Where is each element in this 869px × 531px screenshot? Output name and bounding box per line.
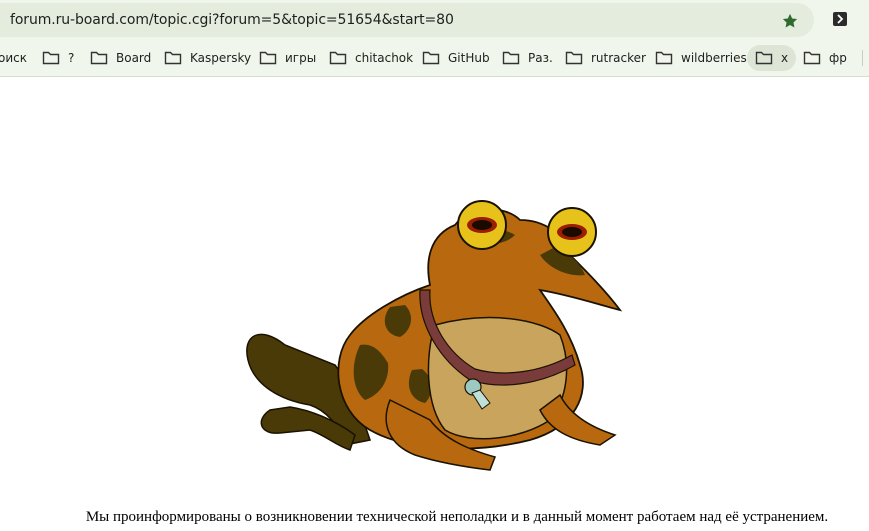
bookmark-search[interactable]: оиск [0, 45, 27, 71]
bookmark-label: x [781, 51, 789, 65]
bookmark-folder-kaspersky[interactable]: Kaspersky [164, 45, 251, 71]
url-text[interactable]: forum.ru-board.com/topic.cgi?forum=5&top… [10, 12, 454, 28]
bookmark-folder-github[interactable]: GitHub [422, 45, 490, 71]
folder-icon [329, 51, 347, 65]
bookmark-label: Kaspersky [190, 51, 252, 65]
bookmark-folder-board[interactable]: Board [90, 45, 151, 71]
bookmark-folder-rutracker[interactable]: rutracker [565, 45, 646, 71]
bookmark-label: rutracker [591, 51, 646, 65]
bookmark-label: Раз. [528, 51, 553, 65]
folder-icon [565, 51, 583, 65]
address-bar[interactable]: forum.ru-board.com/topic.cgi?forum=5&top… [0, 3, 814, 37]
bookmarks-bar: оиск ? Board Kaspersky игры chitachok Gi… [0, 40, 869, 77]
bookmark-label: wildberries [681, 51, 747, 65]
bookmark-label: ? [68, 51, 75, 65]
bookmark-folder-wildberries[interactable]: wildberries [655, 45, 747, 71]
folder-icon [259, 51, 277, 65]
folder-icon [164, 51, 182, 65]
maintenance-message: Мы проинформированы о возникновении техн… [85, 509, 829, 525]
bookmark-label: Board [116, 51, 152, 65]
folder-icon [502, 51, 520, 65]
browser-toolbar: forum.ru-board.com/topic.cgi?forum=5&top… [0, 0, 869, 40]
folder-icon [42, 51, 60, 65]
bookmark-folder-chitachok[interactable]: chitachok [329, 45, 413, 71]
bookmark-folder-raz[interactable]: Раз. [502, 45, 553, 71]
bookmark-folder-fr[interactable]: фр [803, 45, 847, 71]
bookmark-label: GitHub [448, 51, 490, 65]
folder-icon [655, 51, 673, 65]
bookmark-folder-games[interactable]: игры [259, 45, 316, 71]
folder-icon [803, 51, 821, 65]
folder-icon [422, 51, 440, 65]
folder-icon [755, 51, 773, 65]
hypnotoad-image [246, 200, 623, 471]
star-icon[interactable] [781, 12, 799, 30]
bookmark-label: фр [829, 51, 847, 65]
bookmark-folder-x[interactable]: x [747, 45, 797, 71]
bookmark-folder-question[interactable]: ? [42, 45, 74, 71]
extension-icon[interactable] [832, 11, 848, 27]
bookmarks-divider [862, 50, 863, 66]
bookmark-label: chitachok [355, 51, 414, 65]
bookmark-label: оиск [0, 51, 27, 65]
bookmark-label: игры [285, 51, 317, 65]
folder-icon [90, 51, 108, 65]
